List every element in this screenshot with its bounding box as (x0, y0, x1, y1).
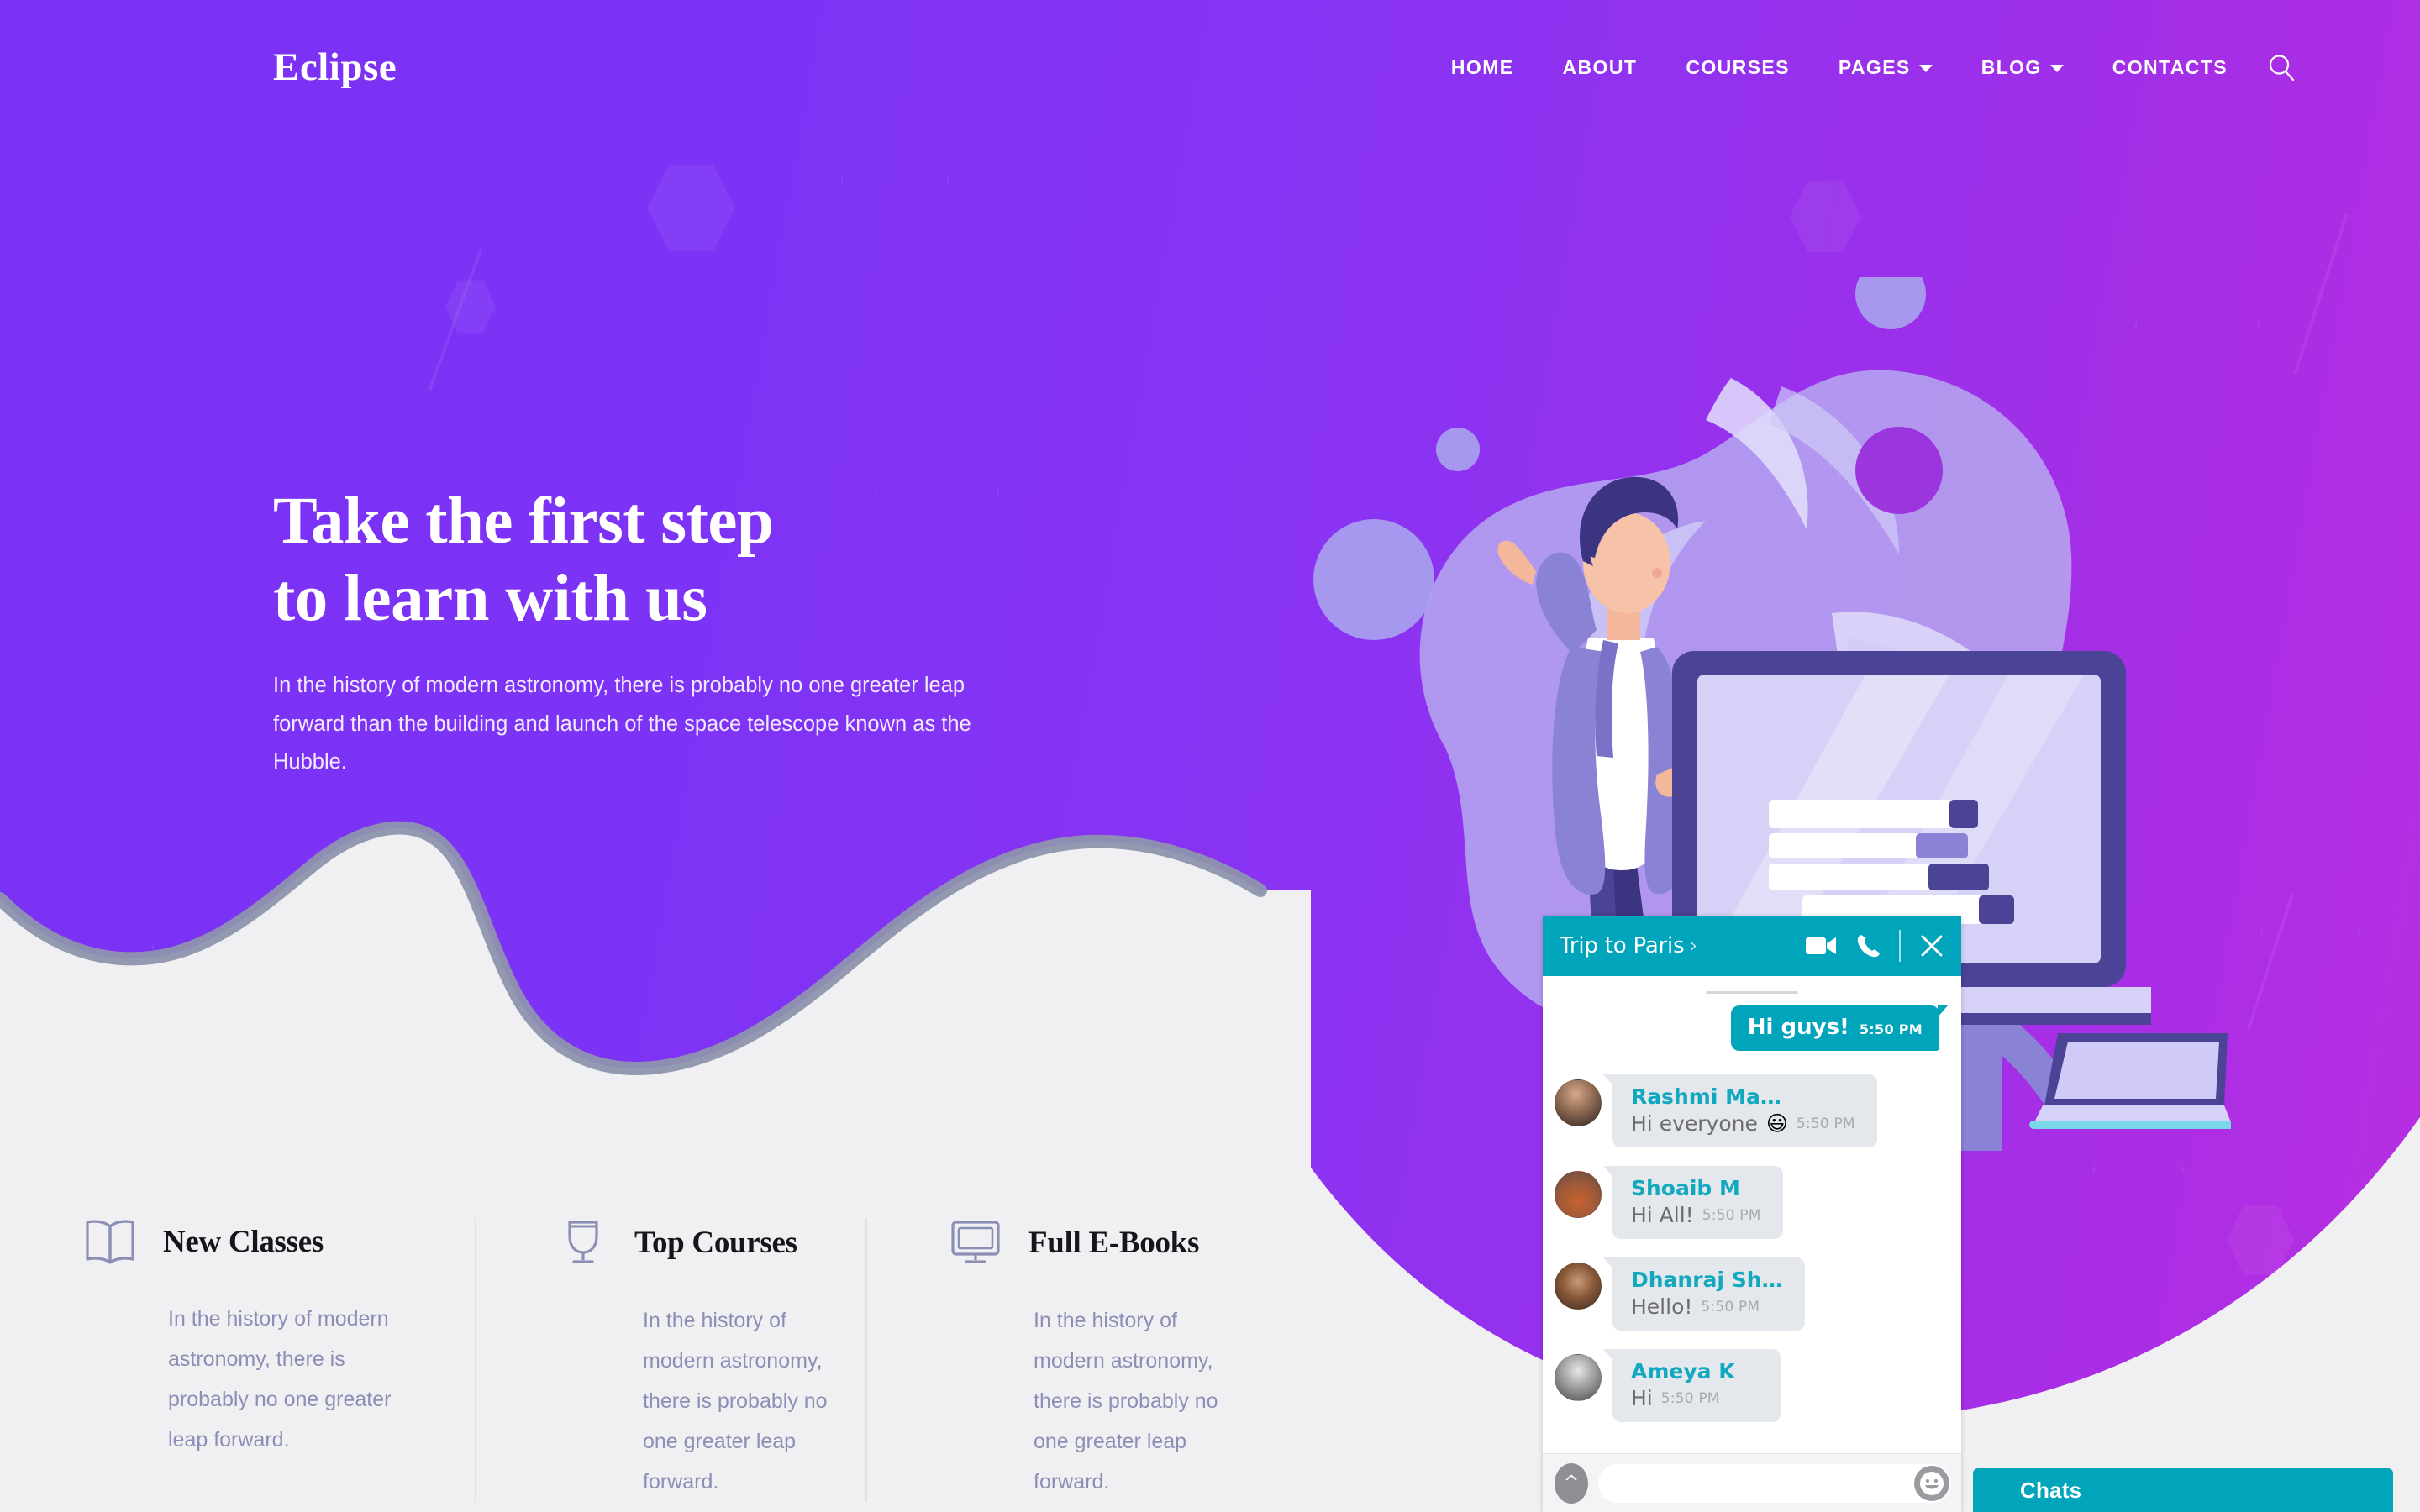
site-header: Eclipse HOME ABOUT COURSES PAGES BLOG CO… (0, 0, 2420, 134)
nav-label: HOME (1450, 55, 1514, 78)
chat-bubble-incoming: Ameya K Hi 5:50 PM (1603, 1349, 1781, 1422)
feature-title: Full E-Books (1028, 1225, 1200, 1260)
message-time: 5:50 PM (1796, 1115, 1855, 1132)
feature-card-new-classes[interactable]: New Classes In the history of modern ast… (84, 1218, 475, 1502)
message-line: Hi All! 5:50 PM (1631, 1203, 1761, 1227)
message-line: Hello! 5:50 PM (1631, 1294, 1783, 1319)
smiley-emoji-icon: 😃 (1765, 1111, 1788, 1136)
feature-list: New Classes In the history of modern ast… (0, 1218, 2420, 1502)
feature-header: New Classes (84, 1218, 445, 1265)
hexagon-decoration (277, 966, 336, 1033)
chat-message-list[interactable]: Hi guys! 5:50 PM Rashmi Ma… Hi everyone … (1543, 976, 1961, 1453)
message-outgoing: Hi guys! 5:50 PM (1543, 1005, 1961, 1051)
search-icon (2269, 55, 2295, 81)
close-icon[interactable] (1919, 933, 1944, 958)
hero-subtitle: In the history of modern astronomy, ther… (273, 674, 971, 774)
divider (1899, 930, 1901, 962)
chats-bar[interactable]: Chats (1973, 1468, 2393, 1512)
feature-body: In the history of modern astronomy, ther… (168, 1307, 392, 1452)
chat-header-actions (1805, 930, 1944, 962)
avatar (1555, 1263, 1602, 1310)
chevron-down-icon (1918, 65, 1933, 72)
chevron-up-icon[interactable]: ^ (1555, 1462, 1588, 1504)
chat-bubble-incoming: Shoaib M Hi All! 5:50 PM (1603, 1166, 1783, 1239)
avatar (1555, 1079, 1602, 1126)
feature-card-top-courses[interactable]: Top Courses In the history of modern ast… (475, 1218, 865, 1502)
feature-title: Top Courses (634, 1225, 797, 1260)
chats-label: Chats (2020, 1477, 2082, 1503)
message-incoming: Ameya K Hi 5:50 PM (1543, 1349, 1961, 1422)
page-title: Take the first step to learn with us (273, 483, 1029, 637)
nav-item-contacts[interactable]: CONTACTS (2088, 56, 2252, 79)
nav-item-courses[interactable]: COURSES (1661, 56, 1814, 79)
nav-item-home[interactable]: HOME (1427, 56, 1539, 79)
message-sender: Rashmi Ma… (1631, 1084, 1781, 1109)
nav-item-blog[interactable]: BLOG (1957, 56, 2088, 79)
circle-decoration (1855, 427, 1943, 514)
brand-logo[interactable]: Eclipse (273, 45, 397, 90)
page-root: Eclipse HOME ABOUT COURSES PAGES BLOG CO… (0, 0, 2420, 1512)
message-sender: Shoaib M (1631, 1176, 1740, 1200)
main-navigation: HOME ABOUT COURSES PAGES BLOG CONTACTS (1427, 53, 2311, 81)
nav-label: ABOUT (1562, 55, 1638, 78)
message-text: Hi everyone (1631, 1111, 1758, 1136)
message-time: 5:50 PM (1859, 1021, 1923, 1037)
nav-label: PAGES (1838, 55, 1911, 78)
chat-message-input[interactable] (1598, 1463, 1951, 1503)
message-sender: Dhanraj Sh… (1631, 1268, 1783, 1292)
message-time: 5:50 PM (1702, 1206, 1761, 1224)
feature-header: Top Courses (559, 1218, 835, 1267)
monitor-icon (951, 1221, 1000, 1263)
feature-card-full-ebooks[interactable]: Full E-Books In the history of modern as… (865, 1218, 1256, 1502)
message-text: Hi (1631, 1386, 1653, 1410)
feature-header: Full E-Books (950, 1218, 1226, 1267)
feature-body: In the history of modern astronomy, ther… (643, 1309, 828, 1494)
chat-widget: Trip to Paris › Hi guys! 5:50 PM Rashmi … (1543, 916, 1961, 1512)
divider (1706, 991, 1798, 994)
chevron-right-icon[interactable]: › (1689, 933, 1697, 958)
message-time: 5:50 PM (1660, 1389, 1720, 1407)
circle-decoration (1855, 277, 1926, 329)
feature-title: New Classes (163, 1224, 324, 1259)
avatar (1555, 1171, 1602, 1218)
message-text: Hi guys! (1747, 1015, 1849, 1040)
trophy-icon (568, 1221, 598, 1263)
nav-label: CONTACTS (2112, 55, 2228, 78)
nav-item-about[interactable]: ABOUT (1539, 56, 1662, 79)
message-incoming: Shoaib M Hi All! 5:50 PM (1543, 1166, 1961, 1239)
avatar (1555, 1354, 1602, 1401)
circle-decoration (1436, 428, 1480, 471)
feature-body: In the history of modern astronomy, ther… (1034, 1309, 1218, 1494)
message-incoming: Dhanraj Sh… Hello! 5:50 PM (1543, 1257, 1961, 1331)
message-line: Hi everyone 😃 5:50 PM (1631, 1111, 1855, 1136)
hero-title-line2: to learn with us (273, 561, 708, 635)
message-text: Hello! (1631, 1294, 1693, 1319)
message-incoming: Rashmi Ma… Hi everyone 😃 5:50 PM (1543, 1074, 1961, 1147)
phone-call-icon[interactable] (1855, 933, 1881, 958)
chat-bubble-incoming: Dhanraj Sh… Hello! 5:50 PM (1603, 1257, 1805, 1331)
message-time: 5:50 PM (1701, 1298, 1760, 1315)
nav-item-pages[interactable]: PAGES (1814, 56, 1957, 79)
hero-copy: Take the first step to learn with us In … (273, 483, 1029, 781)
emoji-glyph (1920, 1471, 1944, 1495)
open-book-icon (86, 1220, 134, 1264)
message-line: Hi 5:50 PM (1631, 1386, 1759, 1410)
chat-bubble-incoming: Rashmi Ma… Hi everyone 😃 5:50 PM (1603, 1074, 1877, 1147)
message-text: Hi All! (1631, 1203, 1694, 1227)
circle-decoration (1313, 519, 1434, 640)
chat-bubble-outgoing: Hi guys! 5:50 PM (1730, 1005, 1949, 1051)
nav-label: COURSES (1686, 55, 1790, 78)
chat-header: Trip to Paris › (1543, 916, 1961, 976)
search-button[interactable] (2252, 53, 2311, 81)
hero-title-line1: Take the first step (273, 485, 774, 558)
chat-composer: ^ (1543, 1453, 1961, 1512)
video-call-icon[interactable] (1805, 934, 1837, 958)
chat-title[interactable]: Trip to Paris (1560, 933, 1685, 958)
chevron-down-icon (2049, 65, 2064, 72)
nav-label: BLOG (1981, 55, 2042, 78)
message-sender: Ameya K (1631, 1359, 1735, 1383)
emoji-smiley-icon[interactable] (1914, 1465, 1949, 1501)
